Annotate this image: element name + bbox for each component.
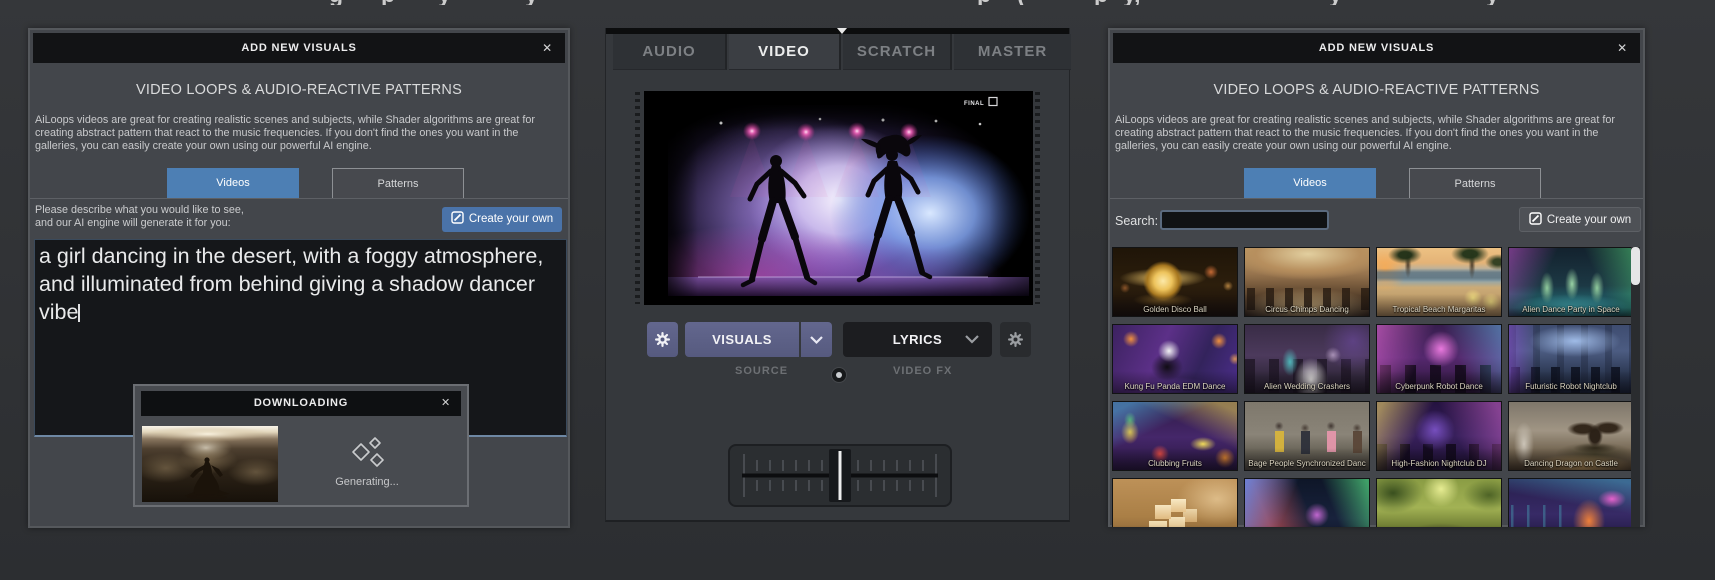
svg-text:FINAL: FINAL: [964, 101, 984, 107]
